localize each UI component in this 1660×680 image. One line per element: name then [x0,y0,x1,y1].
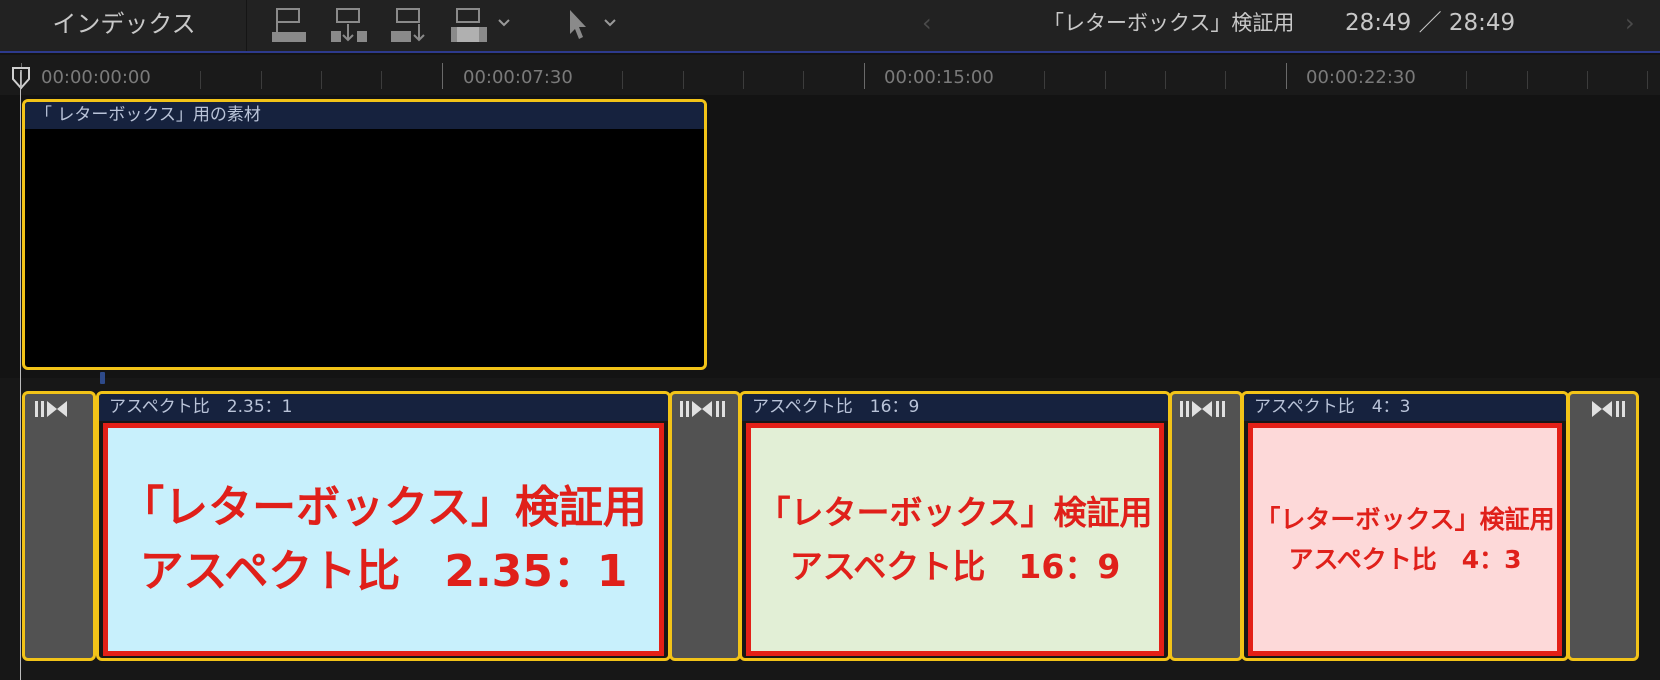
clip-name-label: アスペクト比 4：3 [1254,397,1411,417]
ruler-tick [1165,71,1166,89]
thumbnail-aspect-text: アスペクト比 16：9 [789,546,1121,586]
toolbar-divider [246,0,247,51]
transition-clip[interactable] [22,391,96,661]
timeline-toolbar: インデックス ‹ 「レターボックス」検証用 28:49 ／ 28:49 › [0,0,1660,53]
ruler-tick [200,71,201,89]
select-tool-icon[interactable] [565,6,591,44]
chevron-down-icon[interactable] [494,12,514,34]
ruler-tick [1647,71,1648,89]
video-clip[interactable]: アスペクト比 16：9 「レターボックス」検証用 アスペクト比 16：9 [739,391,1171,661]
cross-dissolve-icon [680,401,725,417]
clip-header: アスペクト比 4：3 [1244,394,1566,421]
ruler-tick [1044,71,1045,89]
cross-dissolve-icon [35,401,67,417]
ruler-tick [442,63,443,89]
timeline-ruler[interactable]: 00:00:00:00 00:00:07:30 00:00:15:00 00:0… [0,55,1660,95]
ruler-tick [743,71,744,89]
video-clip[interactable]: アスペクト比 4：3 「レターボックス」検証用 アスペクト比 4：3 [1241,391,1569,661]
timecode-display: 28:49 ／ 28:49 [1345,10,1516,36]
transition-clip[interactable] [669,391,741,661]
ruler-tick [1466,71,1467,89]
clip-name-label: アスペクト比 2.35：1 [109,397,293,417]
clip-thumbnail: 「レターボックス」検証用 アスペクト比 2.35：1 [103,423,664,656]
project-title: 「レターボックス」検証用 [1043,11,1295,35]
ruler-tick [864,63,865,89]
playhead-line[interactable] [20,72,21,680]
clip-header: 「 レターボックス」用の素材 [25,102,704,129]
cross-dissolve-icon [1180,401,1225,417]
transition-clip[interactable] [1567,391,1639,661]
thumbnail-title-text: 「レターボックス」検証用 [757,492,1153,532]
next-project-arrow[interactable]: › [1625,8,1635,38]
ruler-tick [803,71,804,89]
connect-clip-icon[interactable] [268,6,310,44]
clip-header: アスペクト比 2.35：1 [99,394,668,421]
thumbnail-aspect-text: アスペクト比 4：3 [1288,544,1522,574]
thumbnail-title-text: 「レターボックス」検証用 [1255,504,1555,534]
thumbnail-aspect-text: アスペクト比 2.35：1 [139,545,628,597]
ruler-tick [321,71,322,89]
previous-project-arrow[interactable]: ‹ [922,8,932,38]
clip-name-label: 「 レターボックス」用の素材 [35,105,261,125]
connection-marker [100,372,105,384]
video-clip[interactable]: アスペクト比 2.35：1 「レターボックス」検証用 アスペクト比 2.35：1 [96,391,671,661]
playhead-icon[interactable] [10,66,32,90]
ruler-tick [1286,63,1287,89]
ruler-timecode-label: 00:00:15:00 [884,67,994,88]
index-button[interactable]: インデックス [40,6,208,42]
insert-clip-icon[interactable] [328,6,370,44]
append-clip-icon[interactable] [388,6,430,44]
ruler-tick [1105,71,1106,89]
cross-dissolve-icon [1592,401,1625,417]
ruler-timecode-label: 00:00:07:30 [463,67,573,88]
ruler-tick [622,71,623,89]
overwrite-clip-icon[interactable] [448,6,490,44]
clip-name-label: アスペクト比 16：9 [752,397,920,417]
thumbnail-title-text: 「レターボックス」検証用 [120,481,647,533]
clip-thumbnail: 「レターボックス」検証用 アスペクト比 4：3 [1248,423,1562,656]
ruler-tick [1587,71,1588,89]
ruler-tick [261,71,262,89]
ruler-tick [1225,71,1226,89]
chevron-down-icon[interactable] [600,12,620,34]
ruler-tick [683,71,684,89]
ruler-timecode-label: 00:00:00:00 [41,67,151,88]
connected-clip[interactable]: 「 レターボックス」用の素材 [22,99,707,370]
clip-header: アスペクト比 16：9 [742,394,1168,421]
transition-clip[interactable] [1169,391,1243,661]
ruler-timecode-label: 00:00:22:30 [1306,67,1416,88]
clip-thumbnail: 「レターボックス」検証用 アスペクト比 16：9 [746,423,1164,656]
ruler-tick [1527,71,1528,89]
ruler-tick [381,71,382,89]
